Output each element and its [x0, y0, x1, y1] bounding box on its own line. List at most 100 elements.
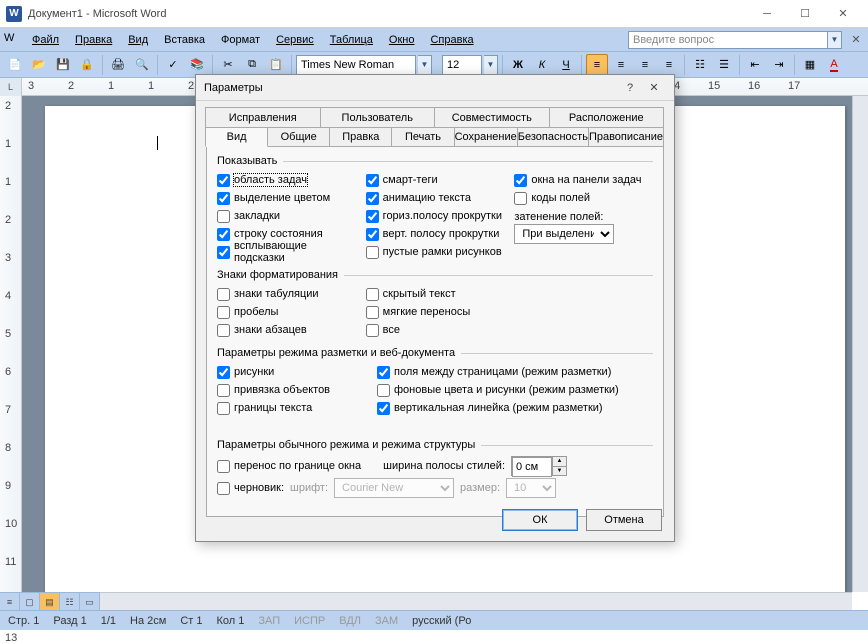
numbered-list-icon[interactable]: ☷	[689, 54, 711, 76]
marks2-chk-0[interactable]	[366, 288, 379, 301]
spellcheck-icon[interactable]: ✓	[162, 54, 184, 76]
dialog-title-bar[interactable]: Параметры ? ✕	[196, 75, 674, 101]
layout2-chk-2[interactable]	[377, 402, 390, 415]
view-normal[interactable]: ≡	[0, 593, 20, 611]
marks1-chk-2[interactable]	[217, 324, 230, 337]
show2-chk-2[interactable]	[366, 210, 379, 223]
tab-security[interactable]: Безопасность	[517, 127, 589, 147]
indent-decrease-icon[interactable]: ⇤	[744, 54, 766, 76]
dialog-close-button[interactable]: ✕	[642, 78, 666, 98]
bullet-list-icon[interactable]: ☰	[713, 54, 735, 76]
tab-edit[interactable]: Правка	[329, 127, 392, 147]
help-search-dropdown[interactable]: ▼	[828, 31, 842, 49]
menu-table[interactable]: Таблица	[322, 32, 381, 48]
borders-icon[interactable]: ▦	[799, 54, 821, 76]
tab-view[interactable]: Вид	[205, 127, 268, 147]
show2-chk-0[interactable]	[366, 174, 379, 187]
layout2-chk-1[interactable]	[377, 384, 390, 397]
paste-icon[interactable]: 📋	[265, 54, 287, 76]
new-doc-icon[interactable]: 📄	[4, 54, 26, 76]
view-print[interactable]: ▤	[40, 593, 60, 611]
style-width-spinner[interactable]: ▲▼	[511, 456, 567, 476]
marks2-chk-2[interactable]	[366, 324, 379, 337]
status-rec[interactable]: ЗАП	[258, 615, 280, 627]
marks1-chk-1[interactable]	[217, 306, 230, 319]
font-color-icon[interactable]: A	[823, 54, 845, 76]
vertical-ruler[interactable]: 2112345678910111213	[0, 96, 22, 592]
layout1-chk-1[interactable]	[217, 384, 230, 397]
minimize-button[interactable]: ─	[748, 4, 786, 24]
align-justify-icon[interactable]: ≡	[658, 54, 680, 76]
menu-view[interactable]: Вид	[120, 32, 156, 48]
menu-tools[interactable]: Сервис	[268, 32, 322, 48]
preview-icon[interactable]: 🔍	[131, 54, 153, 76]
open-icon[interactable]: 📂	[28, 54, 50, 76]
italic-icon[interactable]: К	[531, 54, 553, 76]
shading-select[interactable]: При выделении	[514, 224, 614, 244]
layout1-chk-2[interactable]	[217, 402, 230, 415]
show2-chk-1[interactable]	[366, 192, 379, 205]
tab-corrections[interactable]: Исправления	[205, 107, 321, 127]
tab-spell[interactable]: Правописание	[588, 127, 664, 147]
tab-general[interactable]: Общие	[267, 127, 330, 147]
copy-icon[interactable]: ⧉	[241, 54, 263, 76]
close-button[interactable]: ✕	[824, 4, 862, 24]
font-size-dropdown[interactable]: ▼	[484, 55, 498, 75]
vertical-scrollbar[interactable]	[852, 96, 868, 592]
status-ovr[interactable]: ЗАМ	[375, 615, 398, 627]
layout2-chk-0[interactable]	[377, 366, 390, 379]
tab-user[interactable]: Пользователь	[320, 107, 436, 127]
show1-chk-0[interactable]	[217, 174, 230, 187]
cut-icon[interactable]: ✂	[217, 54, 239, 76]
show1-chk-2[interactable]	[217, 210, 230, 223]
marks1-chk-0[interactable]	[217, 288, 230, 301]
show3-chk-1[interactable]	[514, 192, 527, 205]
underline-icon[interactable]: Ч	[555, 54, 577, 76]
tab-save[interactable]: Сохранение	[454, 127, 518, 147]
permissions-icon[interactable]: 🔒	[76, 54, 98, 76]
print-icon[interactable]: 🖨	[107, 54, 129, 76]
horizontal-scrollbar[interactable]	[100, 592, 852, 610]
show3-chk-0[interactable]	[514, 174, 527, 187]
help-search-input[interactable]: Введите вопрос	[628, 31, 828, 49]
menu-file[interactable]: Файл	[24, 32, 67, 48]
layout1-chk-0[interactable]	[217, 366, 230, 379]
view-reading[interactable]: ▭	[80, 593, 100, 611]
maximize-button[interactable]: ☐	[786, 4, 824, 24]
menu-format[interactable]: Формат	[213, 32, 268, 48]
font-name-dropdown[interactable]: ▼	[418, 55, 432, 75]
marks2-chk-1[interactable]	[366, 306, 379, 319]
tab-print[interactable]: Печать	[391, 127, 454, 147]
view-outline[interactable]: ☷	[60, 593, 80, 611]
indent-increase-icon[interactable]: ⇥	[768, 54, 790, 76]
bold-icon[interactable]: Ж	[507, 54, 529, 76]
status-ext[interactable]: ВДЛ	[339, 615, 361, 627]
chk-draft[interactable]	[217, 482, 230, 495]
align-right-icon[interactable]: ≡	[634, 54, 656, 76]
research-icon[interactable]: 📚	[186, 54, 208, 76]
show2-chk-3[interactable]	[366, 228, 379, 241]
ok-button[interactable]: ОК	[502, 509, 578, 531]
style-width-input[interactable]	[512, 457, 552, 477]
menu-edit[interactable]: Правка	[67, 32, 120, 48]
menu-help[interactable]: Справка	[422, 32, 481, 48]
doc-close-button[interactable]: ✕	[848, 32, 864, 48]
show1-chk-1[interactable]	[217, 192, 230, 205]
align-center-icon[interactable]: ≡	[610, 54, 632, 76]
font-size-combo[interactable]: 12	[442, 55, 482, 75]
tab-locations[interactable]: Расположение	[549, 107, 665, 127]
menu-window[interactable]: Окно	[381, 32, 423, 48]
dialog-help-button[interactable]: ?	[618, 78, 642, 98]
status-lang[interactable]: русский (Ро	[412, 615, 471, 627]
show2-chk-4[interactable]	[366, 246, 379, 259]
menu-insert[interactable]: Вставка	[156, 32, 213, 48]
show1-chk-3[interactable]	[217, 228, 230, 241]
tab-compat[interactable]: Совместимость	[434, 107, 550, 127]
align-left-icon[interactable]: ≡	[586, 54, 608, 76]
save-icon[interactable]: 💾	[52, 54, 74, 76]
status-trk[interactable]: ИСПР	[294, 615, 325, 627]
view-web[interactable]: ▢	[20, 593, 40, 611]
show1-chk-4[interactable]	[217, 246, 230, 259]
font-name-combo[interactable]: Times New Roman	[296, 55, 416, 75]
cancel-button[interactable]: Отмена	[586, 509, 662, 531]
